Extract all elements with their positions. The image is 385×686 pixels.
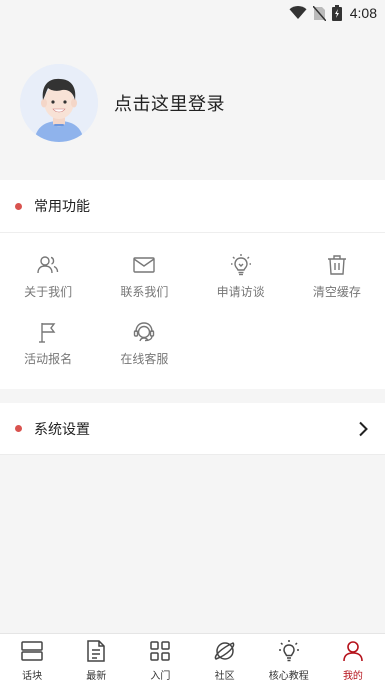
section-title: 常用功能 [34, 199, 90, 215]
tab-label: 话块 [22, 671, 43, 682]
grid-item-label: 申请访谈 [216, 285, 265, 299]
login-prompt[interactable]: 点击这里登录 [114, 90, 225, 116]
users-icon [36, 253, 60, 277]
lightbulb-icon [229, 253, 253, 277]
apply-interview-button[interactable]: 申请访谈 [193, 253, 289, 300]
document-icon [84, 637, 108, 665]
tab-mine[interactable]: 我的 [321, 634, 385, 686]
tab-huakuai[interactable]: 话块 [0, 634, 64, 686]
status-bar: 4:08 [0, 0, 385, 26]
grid-item-label: 清空缓存 [312, 285, 361, 299]
flag-icon [36, 320, 60, 344]
grid-item-label: 联系我们 [120, 285, 169, 299]
trash-icon [325, 253, 349, 277]
system-settings-row[interactable]: 系统设置 [0, 403, 385, 455]
tab-intro[interactable]: 入门 [128, 634, 192, 686]
bottom-tab-bar: 话块 最新 入门 社区 核心教程 我的 [0, 633, 385, 686]
avatar[interactable] [20, 64, 98, 142]
chevron-right-icon [357, 421, 369, 437]
online-support-button[interactable]: 在线客服 [96, 320, 192, 367]
tab-core-tutorial[interactable]: 核心教程 [257, 634, 321, 686]
planet-icon [213, 637, 237, 665]
tab-label: 我的 [342, 671, 363, 682]
about-us-button[interactable]: 关于我们 [0, 253, 96, 300]
tab-label: 最新 [86, 671, 107, 682]
section-dot [15, 425, 22, 432]
bulb-icon [277, 637, 301, 665]
headset-icon [132, 320, 156, 344]
contact-us-button[interactable]: 联系我们 [96, 253, 192, 300]
grid-icon [148, 637, 172, 665]
grid-item-label: 活动报名 [24, 352, 73, 366]
common-functions-header: 常用功能 [0, 180, 385, 232]
no-sim-icon [312, 5, 326, 21]
wifi-icon [289, 6, 307, 20]
person-icon [341, 637, 365, 665]
settings-title: 系统设置 [34, 421, 90, 438]
tab-label: 入门 [150, 671, 171, 682]
grid-item-label: 关于我们 [24, 285, 73, 299]
tab-label: 核心教程 [268, 671, 309, 682]
clear-cache-button[interactable]: 清空缓存 [289, 253, 385, 300]
blocks-icon [20, 637, 44, 665]
status-time: 4:08 [349, 5, 377, 21]
tab-latest[interactable]: 最新 [64, 634, 128, 686]
mail-icon [132, 253, 156, 277]
tab-community[interactable]: 社区 [193, 634, 257, 686]
tab-label: 社区 [214, 671, 235, 682]
battery-icon [331, 5, 342, 21]
grid-item-label: 在线客服 [120, 352, 169, 366]
event-signup-button[interactable]: 活动报名 [0, 320, 96, 367]
section-dot [15, 202, 22, 210]
profile-header[interactable]: 点击这里登录 [0, 26, 385, 180]
function-grid: 关于我们 联系我们 申请访谈 清空缓存 活动报名 在线客服 [0, 233, 385, 389]
common-functions-card: 常用功能 关于我们 联系我们 申请访谈 清空缓存 活动报名 在线客服 [0, 180, 385, 389]
